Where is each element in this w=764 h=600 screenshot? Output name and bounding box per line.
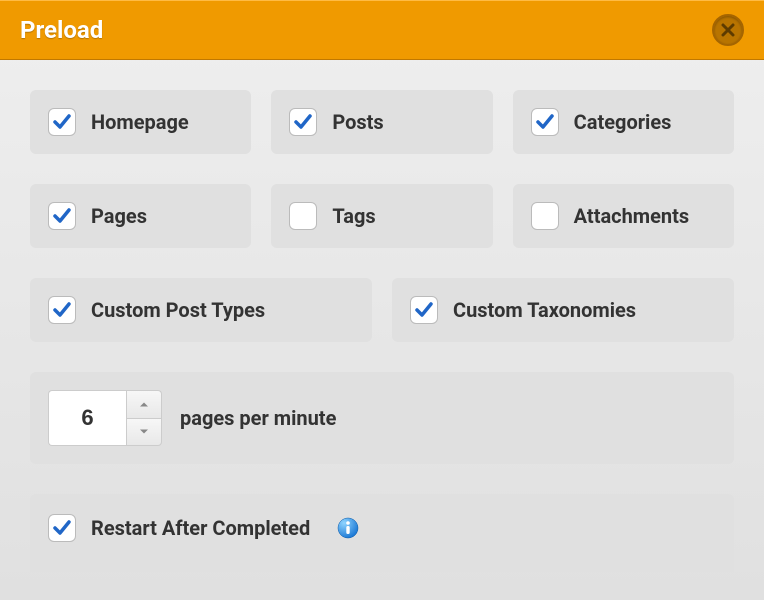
option-pages: Pages [30,184,251,248]
close-button[interactable] [712,14,744,46]
check-icon [535,112,555,132]
check-icon [52,206,72,226]
option-homepage: Homepage [30,90,251,154]
spinner-buttons [126,390,162,446]
pages-per-minute-input[interactable] [48,390,126,446]
label-attachments: Attachments [574,204,690,228]
restart-section: Restart After Completed [30,494,734,572]
option-posts: Posts [271,90,492,154]
spinner-down-button[interactable] [126,418,162,447]
checkbox-pages[interactable] [48,202,76,230]
option-categories: Categories [513,90,734,154]
label-posts: Posts [332,110,383,134]
info-icon [337,517,359,539]
check-icon [52,300,72,320]
rate-section: pages per minute [30,372,734,464]
panel-content: Homepage Posts Categories Pages Tags [0,60,764,572]
label-categories: Categories [574,110,672,134]
checkbox-categories[interactable] [531,108,559,136]
panel-title: Preload [20,16,103,44]
check-icon [52,518,72,538]
label-homepage: Homepage [91,110,189,134]
label-restart: Restart After Completed [91,516,310,540]
checkbox-tags[interactable] [289,202,317,230]
label-custom-taxonomies: Custom Taxonomies [453,298,636,322]
rate-label: pages per minute [180,406,336,430]
chevron-down-icon [139,428,149,435]
option-tags: Tags [271,184,492,248]
option-row-2: Pages Tags Attachments [30,184,734,248]
pages-per-minute-spinner [48,390,162,446]
option-attachments: Attachments [513,184,734,248]
checkbox-homepage[interactable] [48,108,76,136]
option-row-3: Custom Post Types Custom Taxonomies [30,278,734,342]
option-row-1: Homepage Posts Categories [30,90,734,154]
check-icon [293,112,313,132]
checkbox-custom-post-types[interactable] [48,296,76,324]
spinner-up-button[interactable] [126,390,162,418]
checkbox-attachments[interactable] [531,202,559,230]
label-custom-post-types: Custom Post Types [91,298,265,322]
label-tags: Tags [332,204,375,228]
check-icon [52,112,72,132]
checkbox-custom-taxonomies[interactable] [410,296,438,324]
checkbox-posts[interactable] [289,108,317,136]
checkbox-restart[interactable] [48,514,76,542]
label-pages: Pages [91,204,147,228]
option-custom-post-types: Custom Post Types [30,278,372,342]
check-icon [414,300,434,320]
info-button[interactable] [337,517,359,539]
option-custom-taxonomies: Custom Taxonomies [392,278,734,342]
chevron-up-icon [139,401,149,408]
panel-header: Preload [0,0,764,60]
close-icon [721,23,735,37]
